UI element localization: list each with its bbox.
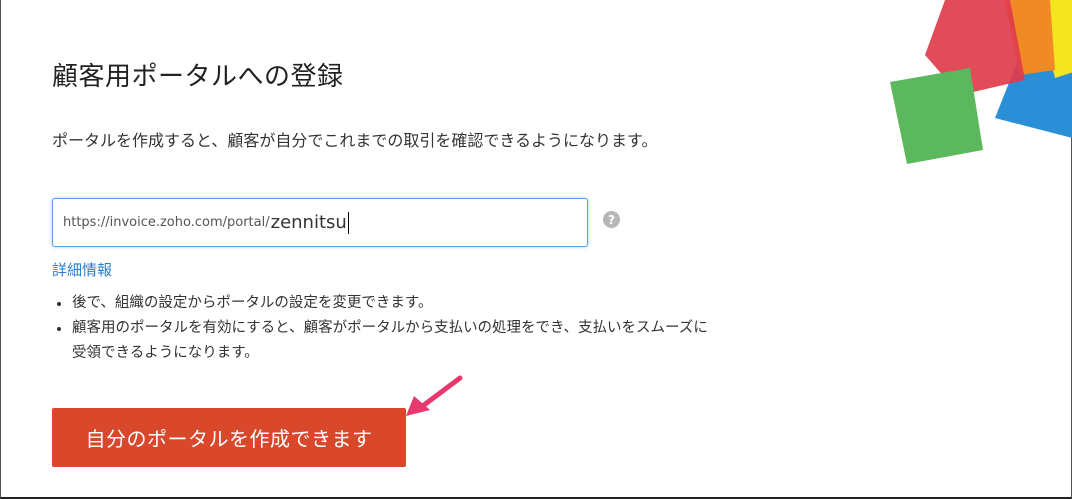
text-caret [347,211,349,234]
portal-url-value[interactable]: zennitsu [271,212,347,233]
portal-url-input[interactable]: https://invoice.zoho.com/portal/ zennits… [52,198,588,247]
notes-list: 後で、組織の設定からポータルの設定を変更できます。 顧客用のポータルを有効にする… [52,291,722,366]
page-description: ポータルを作成すると、顧客が自分でこれまでの取引を確認できるようになります。 [52,131,658,150]
note-item: 顧客用のポータルを有効にすると、顧客がポータルから支払いの処理をでき、支払いをス… [52,316,722,366]
note-item: 後で、組織の設定からポータルの設定を変更できます。 [52,291,722,316]
portal-url-prefix: https://invoice.zoho.com/portal/ [63,215,270,230]
decorative-squares [890,0,1072,164]
help-icon[interactable]: ? [603,211,620,228]
page-title: 顧客用ポータルへの登録 [52,62,344,92]
more-info-link[interactable]: 詳細情報 [52,259,112,280]
decor-green-square [890,68,983,164]
create-portal-button[interactable]: 自分のポータルを作成できます [52,408,406,467]
annotation-arrow-icon [406,375,463,416]
